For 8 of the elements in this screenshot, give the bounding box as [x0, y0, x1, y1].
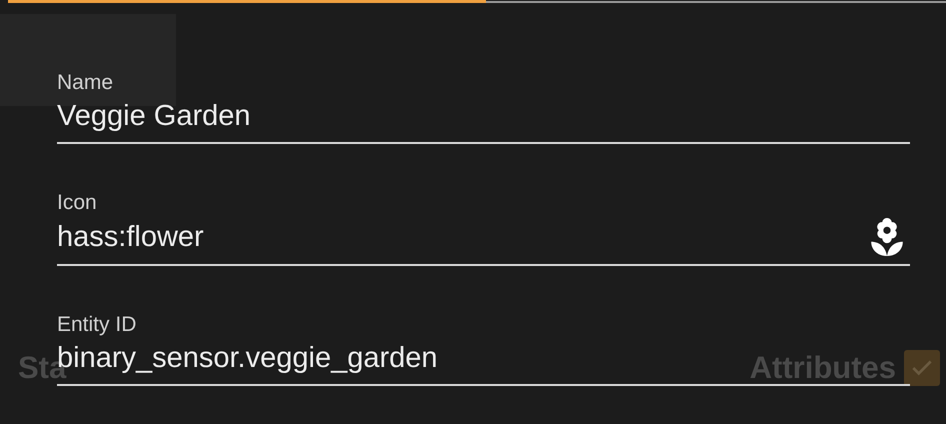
- checkbox[interactable]: [904, 350, 940, 386]
- field-value: hass:flower: [57, 220, 204, 255]
- field-label: Icon: [57, 190, 98, 216]
- text-field[interactable]: Icon hass:flower: [57, 190, 910, 266]
- field-value: Veggie Garden: [57, 99, 250, 134]
- text-field[interactable]: Name Veggie Garden: [57, 70, 910, 144]
- field-label: Name: [57, 70, 114, 96]
- field-label: Entity ID: [57, 312, 138, 338]
